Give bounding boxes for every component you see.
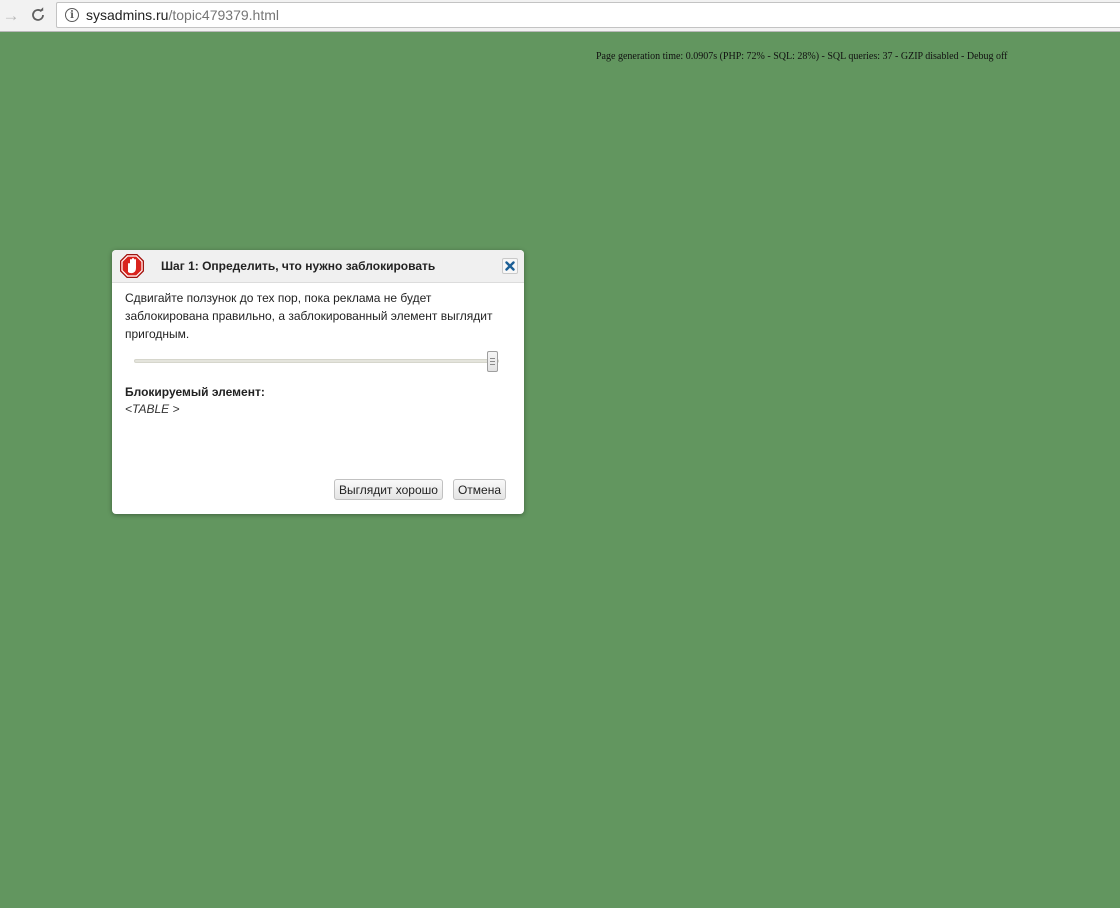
info-icon[interactable]: i <box>65 8 79 22</box>
reload-icon[interactable] <box>27 4 49 26</box>
dialog-body: Сдвигайте ползунок до тех пор, пока рекл… <box>112 283 524 416</box>
slider-handle[interactable] <box>487 351 498 372</box>
page-generation-info: Page generation time: 0.0907s (PHP: 72% … <box>596 51 1008 62</box>
address-bar[interactable]: i sysadmins.ru/topic479379.html <box>56 2 1120 28</box>
cancel-button[interactable]: Отмена <box>452 479 506 500</box>
blocked-element-label: Блокируемый элемент: <box>125 385 265 399</box>
instruction-text: Сдвигайте ползунок до тех пор, пока рекл… <box>125 291 493 341</box>
dialog-buttons: Выглядит хорошо Отмена <box>333 479 506 500</box>
looks-good-button[interactable]: Выглядит хорошо <box>333 479 443 500</box>
dialog-header: Шаг 1: Определить, что нужно заблокирова… <box>112 250 524 283</box>
url-host: sysadmins.ru <box>86 7 169 23</box>
browser-toolbar: → i sysadmins.ru/topic479379.html <box>0 0 1120 32</box>
blocked-element-value: <TABLE > <box>125 402 180 416</box>
dialog-title: Шаг 1: Определить, что нужно заблокирова… <box>161 259 436 273</box>
url-text[interactable]: sysadmins.ru/topic479379.html <box>86 7 279 23</box>
slider-track[interactable] <box>134 359 499 363</box>
stop-hand-icon <box>120 254 144 278</box>
url-path: /topic479379.html <box>168 7 279 23</box>
block-element-dialog: Шаг 1: Определить, что нужно заблокирова… <box>112 250 524 514</box>
element-slider[interactable] <box>125 343 511 377</box>
close-icon[interactable] <box>502 258 518 274</box>
forward-arrow-icon[interactable]: → <box>0 4 22 26</box>
